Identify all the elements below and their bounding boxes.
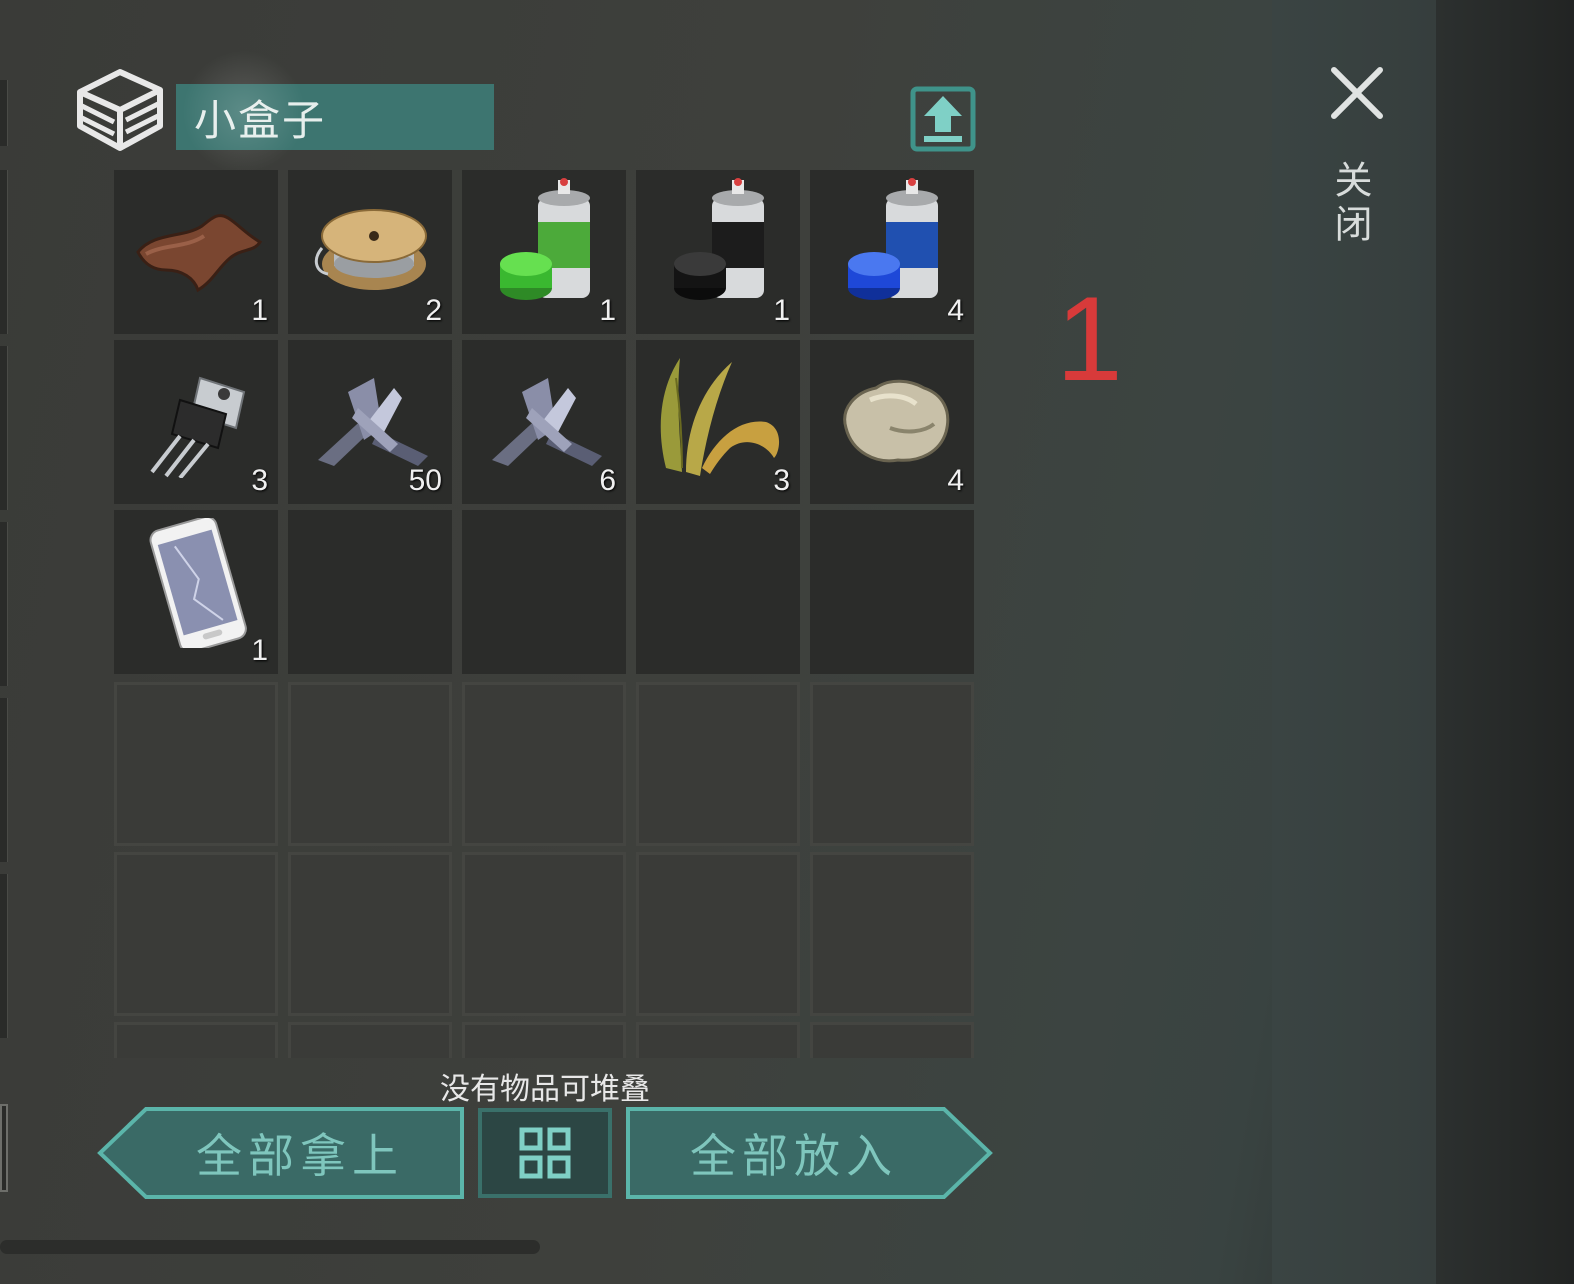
inventory-slot[interactable]: 3 [114, 340, 278, 504]
inventory-grid: 1 2 1 1 4 3 50 6 3 4 1 [114, 170, 976, 1058]
inventory-slot[interactable]: 1 [114, 510, 278, 674]
item-count: 3 [251, 464, 268, 497]
black-spray-paint-icon [674, 178, 764, 300]
touch-highlight [182, 50, 306, 174]
inventory-slot[interactable]: 6 [462, 340, 626, 504]
annotation-number: 1 [1056, 272, 1123, 406]
inventory-slot[interactable]: 2 [288, 170, 452, 334]
inventory-slot-empty[interactable] [114, 1022, 278, 1058]
right-edge-shade [1436, 0, 1574, 1284]
item-count: 3 [773, 464, 790, 497]
transistor-icon [150, 376, 246, 478]
inventory-slot[interactable]: 4 [810, 340, 974, 504]
item-count: 6 [599, 464, 616, 497]
inventory-slot-empty[interactable] [462, 510, 626, 674]
take-all-label: 全部拿上 [196, 1129, 404, 1183]
inventory-slot-empty[interactable] [288, 852, 452, 1016]
inventory-slot-empty[interactable] [810, 852, 974, 1016]
close-label[interactable]: 关闭 [1328, 160, 1378, 248]
upload-tray-icon[interactable] [910, 86, 976, 152]
inventory-slot-empty[interactable] [810, 682, 974, 846]
wire-spool-icon [314, 209, 427, 290]
stacked-box-icon [77, 69, 163, 151]
inventory-slot[interactable]: 1 [114, 170, 278, 334]
inventory-slot-empty[interactable] [288, 510, 452, 674]
inventory-slot[interactable]: 4 [810, 170, 974, 334]
inventory-slot-empty[interactable] [288, 1022, 452, 1058]
item-count: 50 [408, 464, 442, 497]
stack-status-message: 没有物品可堆叠 [440, 1072, 650, 1107]
item-count: 2 [425, 294, 442, 327]
horizontal-scrollbar[interactable] [0, 1240, 540, 1254]
inventory-slot[interactable]: 1 [636, 170, 800, 334]
inventory-slot-empty[interactable] [636, 852, 800, 1016]
smartphone-icon [149, 518, 247, 648]
inventory-slot-empty[interactable] [810, 1022, 974, 1058]
inventory-slot-empty[interactable] [114, 682, 278, 846]
leather-icon [136, 214, 263, 293]
put-all-label: 全部放入 [690, 1129, 898, 1183]
item-count: 1 [599, 294, 616, 327]
metal-scrap-icon [492, 378, 602, 466]
sort-grid-icon[interactable] [478, 1108, 612, 1198]
inventory-slot-empty[interactable] [462, 852, 626, 1016]
plant-fiber-icon [660, 358, 780, 476]
inventory-slot-empty[interactable] [636, 1022, 800, 1058]
item-count: 1 [251, 634, 268, 667]
inventory-slot-empty[interactable] [636, 510, 800, 674]
green-spray-paint-icon [500, 178, 590, 300]
item-count: 1 [773, 294, 790, 327]
close-icon[interactable] [1328, 64, 1386, 122]
stone-icon [843, 379, 950, 463]
inventory-slot[interactable]: 1 [462, 170, 626, 334]
item-count: 4 [947, 294, 964, 327]
inventory-slot[interactable]: 50 [288, 340, 452, 504]
item-count: 4 [947, 464, 964, 497]
inventory-slot-empty[interactable] [288, 682, 452, 846]
metal-scrap-icon [318, 378, 428, 466]
inventory-slot-empty[interactable] [462, 1022, 626, 1058]
inventory-slot-empty[interactable] [114, 852, 278, 1016]
item-count: 1 [251, 294, 268, 327]
inventory-slot[interactable]: 3 [636, 340, 800, 504]
blue-spray-paint-icon [848, 178, 938, 300]
inventory-slot-empty[interactable] [462, 682, 626, 846]
inventory-slot-empty[interactable] [636, 682, 800, 846]
inventory-slot-empty[interactable] [810, 510, 974, 674]
